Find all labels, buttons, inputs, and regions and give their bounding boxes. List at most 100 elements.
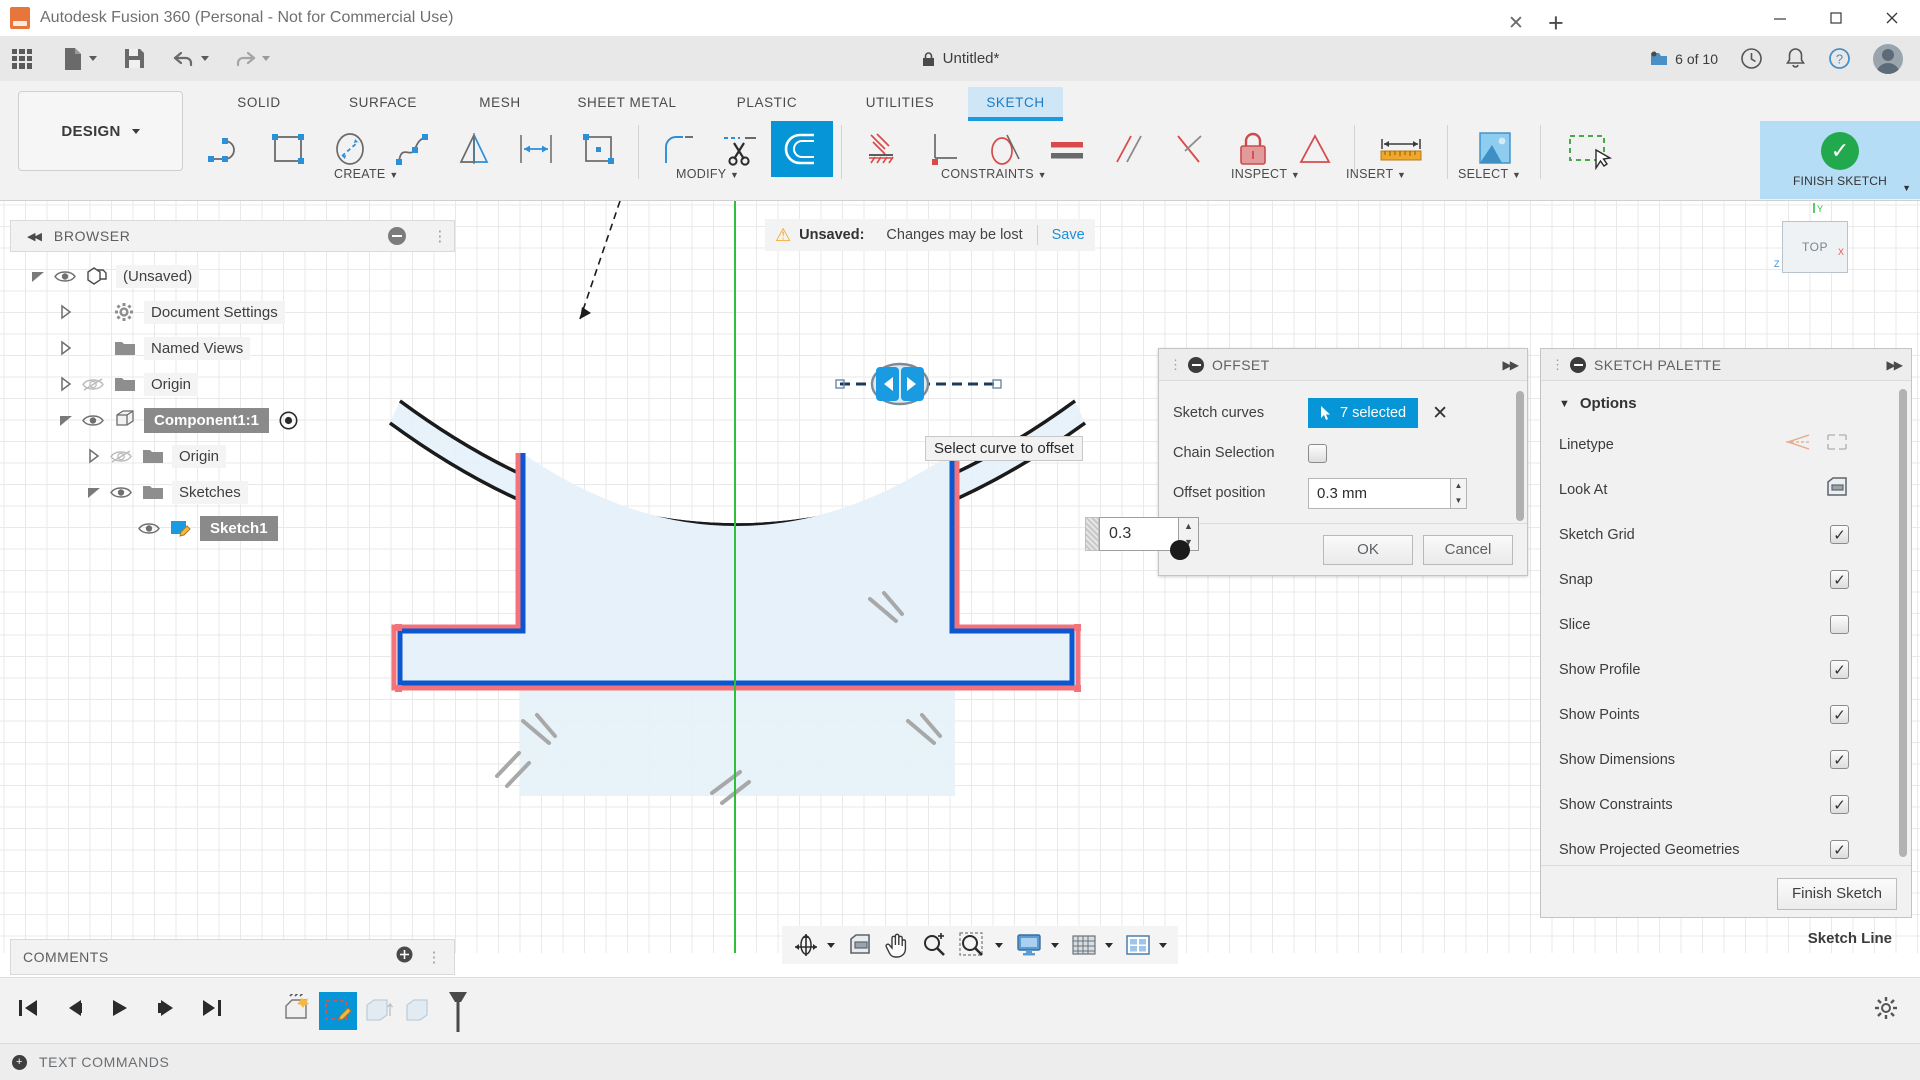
palette-option-show-profile[interactable]: Show Profile ✓ xyxy=(1541,647,1911,692)
look-at-icon[interactable] xyxy=(1825,476,1849,503)
notifications-button[interactable] xyxy=(1776,36,1815,81)
browser-grip[interactable]: ⋮ xyxy=(432,227,448,245)
group-label-select[interactable]: SELECT ▼ xyxy=(1458,167,1521,181)
workspace-selector[interactable]: DESIGN xyxy=(18,91,183,171)
history-button[interactable] xyxy=(1731,36,1772,81)
palette-checkbox[interactable]: ✓ xyxy=(1830,570,1849,589)
nav-pan[interactable] xyxy=(880,926,914,964)
tool-rectangular-pattern[interactable] xyxy=(568,121,630,177)
palette-checkbox[interactable]: ✓ xyxy=(1830,750,1849,769)
plus-circle-icon[interactable]: + xyxy=(12,1054,27,1070)
text-commands-bar[interactable]: + TEXT COMMANDS xyxy=(0,1043,1920,1080)
timeline-end-marker[interactable] xyxy=(439,991,477,1032)
visibility-on-icon[interactable] xyxy=(110,485,142,500)
comments-panel[interactable]: COMMENTS ⋮ xyxy=(10,939,455,975)
minus-circle-icon[interactable] xyxy=(1570,356,1586,373)
palette-checkbox[interactable]: ✓ xyxy=(1830,660,1849,679)
nav-orbit[interactable] xyxy=(788,926,840,964)
document-tab[interactable]: Untitled* xyxy=(921,50,999,67)
minus-circle-icon[interactable] xyxy=(1188,356,1204,373)
visibility-on-icon[interactable] xyxy=(54,269,86,284)
account-button[interactable] xyxy=(1864,36,1912,81)
visibility-off-icon[interactable] xyxy=(82,377,114,392)
palette-option-look-at[interactable]: Look At xyxy=(1541,467,1911,512)
browser-minimize-icon[interactable] xyxy=(388,227,407,245)
tool-coincident-constraint[interactable] xyxy=(850,121,912,177)
timeline-node-sketch[interactable] xyxy=(319,991,357,1030)
centerline-icon[interactable] xyxy=(1825,432,1849,457)
offset-dialog-scrollbar[interactable] xyxy=(1516,391,1524,521)
tool-mirror[interactable] xyxy=(444,121,506,177)
nav-zoom-window[interactable] xyxy=(954,926,1008,964)
save-link[interactable]: Save xyxy=(1052,227,1085,243)
construction-line-icon[interactable] xyxy=(1785,432,1811,457)
palette-option-show-projected-geometries[interactable]: Show Projected Geometries ✓ xyxy=(1541,827,1911,872)
browser-item-named-views[interactable]: Named Views xyxy=(10,330,455,366)
help-button[interactable]: ? xyxy=(1819,36,1860,81)
activate-component-icon[interactable] xyxy=(279,411,298,430)
timeline-skip-end[interactable] xyxy=(200,997,224,1024)
nav-look-at[interactable] xyxy=(842,926,878,964)
tool-line[interactable] xyxy=(196,121,258,177)
browser-item-sketch1[interactable]: Sketch1 xyxy=(10,510,455,546)
close-button[interactable] xyxy=(1864,0,1920,36)
sketch-curves-selection[interactable]: 7 selected xyxy=(1308,398,1419,428)
browser-item-sketches[interactable]: Sketches xyxy=(10,474,455,510)
tool-select[interactable] xyxy=(1549,121,1629,177)
undo-button[interactable] xyxy=(166,36,215,81)
visibility-on-icon[interactable] xyxy=(138,521,170,536)
minimize-button[interactable] xyxy=(1752,0,1808,36)
browser-item-unsaved[interactable]: (Unsaved) xyxy=(10,258,455,294)
redo-button[interactable] xyxy=(227,36,276,81)
palette-option-show-constraints[interactable]: Show Constraints ✓ xyxy=(1541,782,1911,827)
palette-checkbox[interactable]: ✓ xyxy=(1830,795,1849,814)
save-button[interactable] xyxy=(117,36,152,81)
offset-dialog-expand-icon[interactable]: ▶▶ xyxy=(1503,358,1520,372)
timeline-settings-icon[interactable] xyxy=(1874,996,1898,1026)
group-label-create[interactable]: CREATE ▼ xyxy=(334,167,399,181)
timeline-skip-start[interactable] xyxy=(16,997,40,1024)
tool-parallel-constraint[interactable] xyxy=(1098,121,1160,177)
offset-dialog-header[interactable]: ⋮ OFFSET ▶▶ xyxy=(1159,349,1527,381)
document-tab-close[interactable]: ✕ xyxy=(1508,12,1524,35)
palette-option-linetype[interactable]: Linetype xyxy=(1541,422,1911,467)
palette-option-slice[interactable]: Slice xyxy=(1541,602,1911,647)
group-label-insert[interactable]: INSERT ▼ xyxy=(1346,167,1406,181)
expander-collapse-icon[interactable] xyxy=(58,412,82,428)
timeline-node-extrude-2[interactable] xyxy=(399,992,437,1030)
palette-checkbox[interactable]: ✓ xyxy=(1830,525,1849,544)
sketch-palette-expand-icon[interactable]: ▶▶ xyxy=(1887,358,1904,372)
nav-zoom[interactable] xyxy=(916,926,952,964)
timeline-node-extrude-1[interactable] xyxy=(359,992,397,1030)
ribbon-tab-plastic[interactable]: PLASTIC xyxy=(702,87,832,118)
tool-sketch-dimension[interactable] xyxy=(506,121,568,177)
ok-button[interactable]: OK xyxy=(1323,534,1413,565)
browser-item-origin[interactable]: Origin xyxy=(10,438,455,474)
offset-position-input[interactable]: 0.3 mm xyxy=(1308,477,1451,509)
finish-sketch-button[interactable]: ✓ FINISH SKETCH ▼ xyxy=(1760,121,1920,199)
tool-rectangle[interactable] xyxy=(258,121,320,177)
new-tab-button[interactable]: + xyxy=(1548,8,1564,39)
nav-display-settings[interactable] xyxy=(1010,926,1064,964)
palette-option-show-points[interactable]: Show Points ✓ xyxy=(1541,692,1911,737)
browser-item-origin[interactable]: Origin xyxy=(10,366,455,402)
expander-expand-icon[interactable] xyxy=(58,340,82,356)
timeline-play[interactable] xyxy=(108,997,132,1024)
palette-finish-sketch-button[interactable]: Finish Sketch xyxy=(1776,877,1897,910)
apps-grid-button[interactable] xyxy=(0,36,38,81)
comments-grip[interactable]: ⋮ xyxy=(427,948,443,966)
browser-collapse-icon[interactable]: ◀◀ xyxy=(27,230,42,243)
ribbon-tab-solid[interactable]: SOLID xyxy=(200,87,318,118)
group-label-inspect[interactable]: INSPECT ▼ xyxy=(1231,167,1300,181)
tool-midpoint-constraint[interactable] xyxy=(1160,121,1222,177)
expander-expand-icon[interactable] xyxy=(58,376,82,392)
tool-offset-active[interactable] xyxy=(771,121,833,177)
browser-item-component1-1[interactable]: Component1:1 xyxy=(10,402,455,438)
timeline-step-back[interactable] xyxy=(62,997,86,1024)
expander-collapse-icon[interactable] xyxy=(30,268,54,284)
group-label-constraints[interactable]: CONSTRAINTS ▼ xyxy=(941,167,1047,181)
clear-selection-button[interactable]: ✕ xyxy=(1432,402,1448,425)
maximize-button[interactable] xyxy=(1808,0,1864,36)
new-file-button[interactable] xyxy=(56,36,103,81)
cancel-button[interactable]: Cancel xyxy=(1423,534,1513,565)
